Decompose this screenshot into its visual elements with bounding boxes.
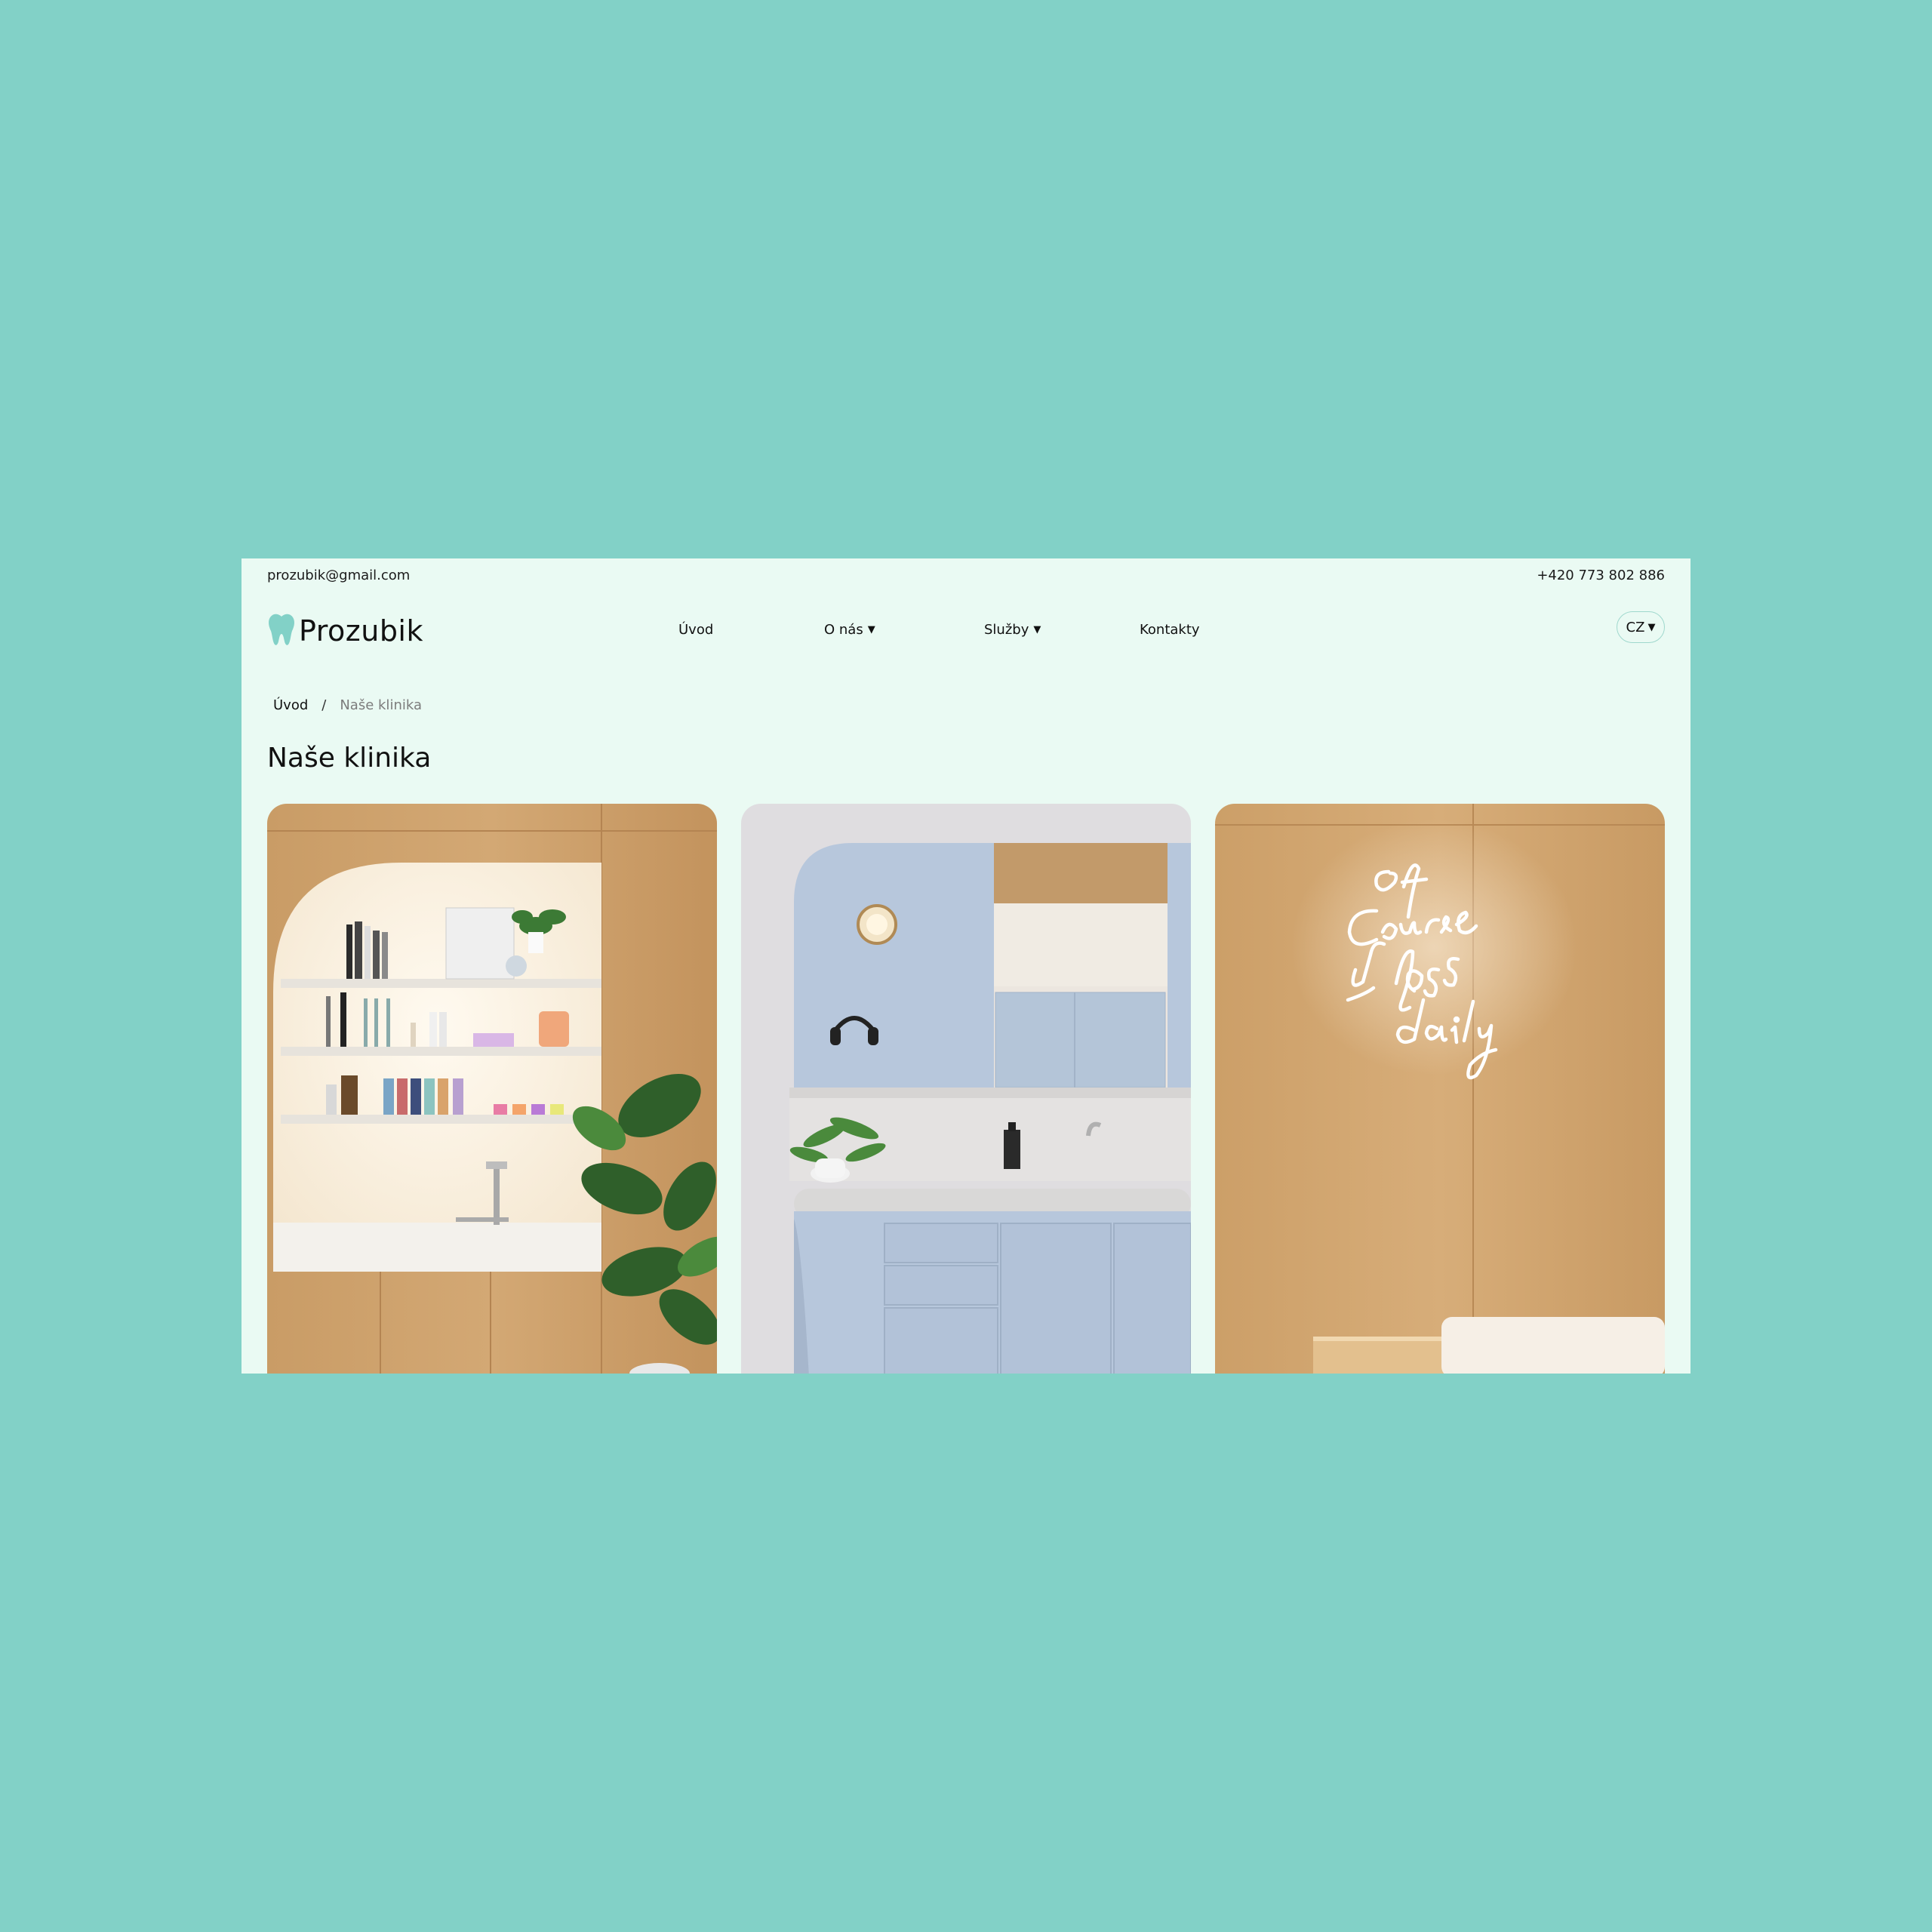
gallery-photo-neon-sign[interactable] (1215, 804, 1665, 1374)
nav-item-uvod[interactable]: Úvod (678, 622, 713, 638)
email-link[interactable]: prozubik@gmail.com (267, 568, 410, 583)
language-selector[interactable]: CZ ▼ (1617, 611, 1665, 643)
phone-link[interactable]: +420 773 802 886 (1537, 568, 1665, 583)
main-navigation: Prozubik Úvod O nás ▼ Služby ▼ Kontakty … (267, 607, 1665, 655)
caret-down-icon: ▼ (1033, 624, 1041, 635)
caret-down-icon: ▼ (1647, 621, 1656, 633)
website-frame: prozubik@gmail.com +420 773 802 886 Proz… (242, 558, 1690, 1374)
breadcrumb-home-link[interactable]: Úvod (273, 697, 308, 713)
clinic-gallery (267, 804, 1665, 1374)
breadcrumb-current: Naše klinika (340, 697, 422, 713)
gallery-photo-cabinet[interactable] (741, 804, 1191, 1374)
caret-down-icon: ▼ (867, 624, 875, 635)
page-title: Naše klinika (267, 743, 432, 774)
nav-item-sluzby[interactable]: Služby ▼ (984, 622, 1041, 638)
top-contact-bar: prozubik@gmail.com +420 773 802 886 (267, 563, 1665, 587)
nav-item-o-nas[interactable]: O nás ▼ (824, 622, 875, 638)
gallery-photo-shelves[interactable] (267, 804, 717, 1374)
breadcrumb: Úvod / Naše klinika (273, 697, 422, 713)
logo-text: Prozubik (299, 614, 423, 648)
breadcrumb-separator: / (321, 697, 327, 713)
logo[interactable]: Prozubik (267, 613, 423, 649)
nav-item-kontakty[interactable]: Kontakty (1140, 622, 1200, 638)
tooth-icon (267, 613, 296, 649)
